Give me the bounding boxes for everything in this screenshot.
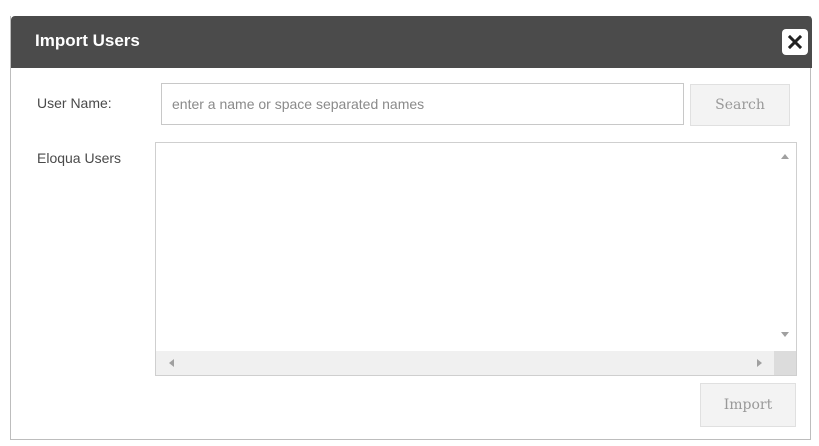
scrollbar-corner — [774, 351, 796, 375]
scroll-left-icon[interactable] — [169, 359, 174, 367]
username-input[interactable] — [161, 83, 684, 125]
dialog-titlebar: Import Users — [11, 16, 812, 68]
close-icon — [788, 35, 802, 49]
import-button[interactable]: Import — [700, 383, 796, 427]
scroll-up-icon[interactable] — [781, 154, 789, 159]
scroll-down-icon[interactable] — [781, 332, 789, 337]
scroll-right-icon[interactable] — [757, 359, 762, 367]
eloqua-users-list[interactable] — [155, 142, 797, 376]
dialog-title: Import Users — [35, 31, 140, 50]
close-button[interactable] — [782, 29, 808, 55]
username-label: User Name: — [37, 95, 112, 111]
vertical-scrollbar[interactable] — [774, 143, 796, 351]
import-users-dialog: Import Users User Name: Search Eloqua Us… — [10, 16, 812, 440]
horizontal-scrollbar[interactable] — [156, 351, 774, 375]
eloqua-users-label: Eloqua Users — [37, 150, 122, 166]
search-button[interactable]: Search — [690, 84, 790, 126]
